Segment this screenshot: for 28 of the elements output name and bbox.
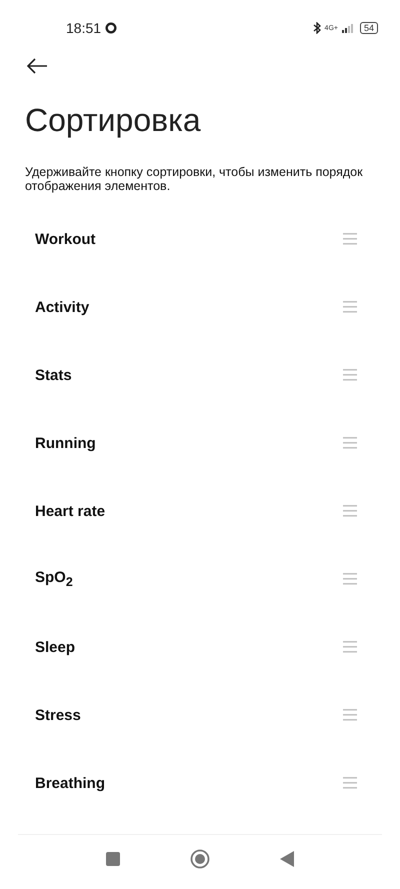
drag-handle-icon[interactable] <box>343 777 357 789</box>
description: Удерживайте кнопку сортировки, чтобы изменить порядок отображения элементов. <box>25 165 364 193</box>
drag-handle-icon[interactable] <box>343 437 357 449</box>
drag-handle-icon[interactable] <box>343 505 357 517</box>
status-time: 18:51 <box>66 20 102 36</box>
item-label: Stats <box>35 366 72 384</box>
item-label: Breathing <box>35 774 106 792</box>
recents-button[interactable] <box>106 852 120 866</box>
drag-handle-icon[interactable] <box>343 709 357 721</box>
ring-icon <box>105 22 118 34</box>
drag-handle-icon[interactable] <box>343 233 357 245</box>
battery-level: 54 <box>360 22 378 34</box>
back-nav-button[interactable] <box>280 851 294 867</box>
drag-handle-icon[interactable] <box>343 573 357 585</box>
home-button[interactable] <box>190 849 210 869</box>
drag-handle-icon[interactable] <box>343 301 357 313</box>
item-label: Workout <box>35 230 96 248</box>
bluetooth-icon <box>312 22 321 34</box>
item-label: Heart rate <box>35 502 106 520</box>
item-label: Activity <box>35 298 90 316</box>
item-label: Running <box>35 434 96 452</box>
item-label: SpO$_{2}$ <box>35 569 73 589</box>
item-label: Stress <box>35 706 81 724</box>
signal-icon <box>342 23 356 33</box>
page-title: Сортировка <box>25 102 202 139</box>
drag-handle-icon[interactable] <box>343 641 357 653</box>
item-label: Sleep <box>35 638 76 656</box>
drag-handle-icon[interactable] <box>343 369 357 381</box>
